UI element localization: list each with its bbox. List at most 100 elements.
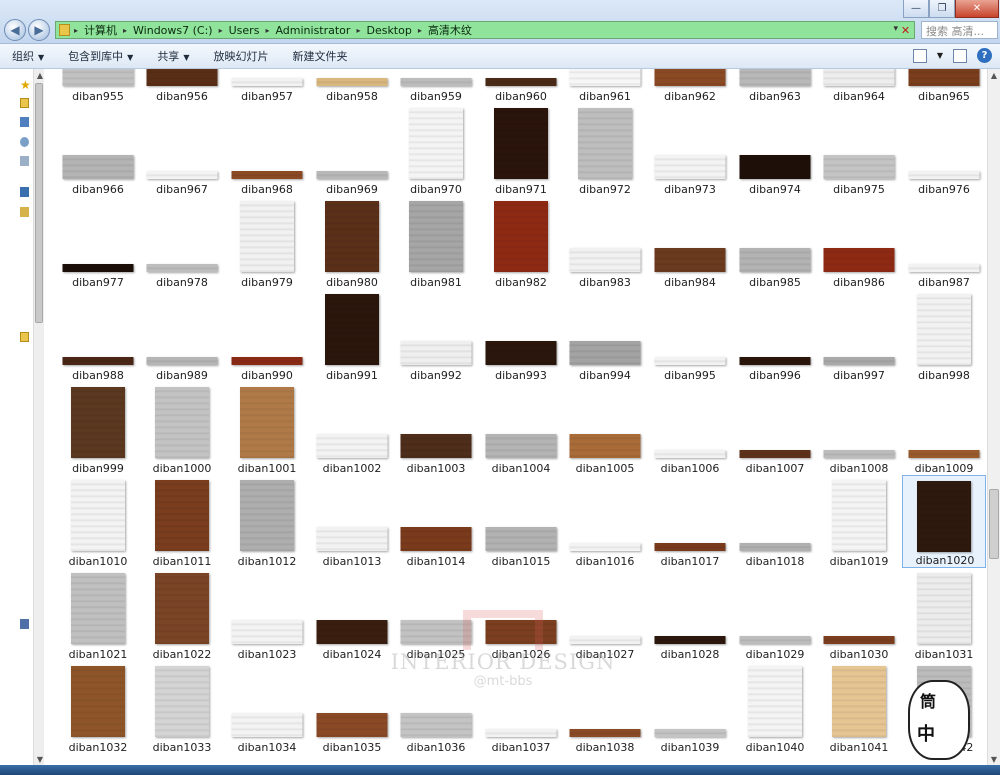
file-item[interactable]: diban1016 bbox=[563, 475, 647, 568]
file-item[interactable]: diban974 bbox=[733, 103, 817, 196]
folder-icon[interactable] bbox=[20, 98, 29, 108]
file-item[interactable]: diban994 bbox=[563, 289, 647, 382]
file-item[interactable]: diban955 bbox=[56, 69, 140, 103]
file-item[interactable]: diban1027 bbox=[563, 568, 647, 661]
file-item[interactable]: diban993 bbox=[479, 289, 563, 382]
scrollbar-thumb[interactable] bbox=[35, 83, 43, 323]
view-options-dropdown-icon[interactable]: ▼ bbox=[937, 51, 943, 60]
address-field[interactable]: ▸ 计算机 ▸ Windows7 (C:) ▸ Users ▸ Administ… bbox=[55, 21, 915, 39]
file-item[interactable]: diban986 bbox=[817, 196, 901, 289]
scrollbar-thumb[interactable] bbox=[989, 489, 999, 559]
breadcrumb-administrator[interactable]: Administrator bbox=[269, 24, 356, 37]
file-item[interactable]: diban1014 bbox=[394, 475, 478, 568]
file-item[interactable]: diban988 bbox=[56, 289, 140, 382]
file-item[interactable]: diban963 bbox=[733, 69, 817, 103]
file-item[interactable]: diban1003 bbox=[394, 382, 478, 475]
file-item[interactable]: diban973 bbox=[648, 103, 732, 196]
file-item[interactable]: diban968 bbox=[225, 103, 309, 196]
network-icon[interactable] bbox=[20, 156, 29, 166]
favorites-star-icon[interactable]: ★ bbox=[20, 78, 31, 92]
breadcrumb-drive[interactable]: Windows7 (C:) bbox=[127, 24, 219, 37]
file-item[interactable]: diban976 bbox=[902, 103, 986, 196]
forward-button[interactable]: ▶ bbox=[28, 19, 50, 41]
file-item[interactable]: diban1001 bbox=[225, 382, 309, 475]
file-item[interactable]: diban962 bbox=[648, 69, 732, 103]
close-button[interactable]: ✕ bbox=[955, 0, 999, 18]
file-item[interactable]: diban999 bbox=[56, 382, 140, 475]
file-item[interactable]: diban987 bbox=[902, 196, 986, 289]
file-item[interactable]: diban990 bbox=[225, 289, 309, 382]
scroll-up-icon[interactable]: ▲ bbox=[988, 69, 1000, 81]
file-item[interactable]: diban978 bbox=[140, 196, 224, 289]
network-drive-icon[interactable] bbox=[20, 619, 29, 629]
file-item[interactable]: diban959 bbox=[394, 69, 478, 103]
restore-button[interactable]: ❐ bbox=[929, 0, 955, 18]
file-item[interactable]: diban957 bbox=[225, 69, 309, 103]
file-list-scrollbar[interactable]: ▲ ▼ bbox=[987, 69, 1000, 765]
file-item[interactable]: diban1029 bbox=[733, 568, 817, 661]
file-item[interactable]: diban1007 bbox=[733, 382, 817, 475]
library-icon[interactable] bbox=[20, 117, 29, 127]
homegroup-icon[interactable] bbox=[20, 137, 29, 147]
file-item[interactable]: diban1041 bbox=[817, 661, 901, 754]
breadcrumb-desktop[interactable]: Desktop bbox=[360, 24, 417, 37]
file-item[interactable]: diban1023 bbox=[225, 568, 309, 661]
file-item[interactable]: diban1035 bbox=[310, 661, 394, 754]
file-item[interactable]: diban961 bbox=[563, 69, 647, 103]
file-item[interactable]: diban998 bbox=[902, 289, 986, 382]
new-folder-button[interactable]: 新建文件夹 bbox=[280, 48, 359, 64]
preview-pane-icon[interactable] bbox=[953, 48, 967, 63]
file-item[interactable]: diban1031 bbox=[902, 568, 986, 661]
file-item[interactable]: diban1004 bbox=[479, 382, 563, 475]
address-history-dropdown-icon[interactable]: ▾ bbox=[893, 24, 898, 34]
nav-pane-scrollbar[interactable]: ▲ ▼ bbox=[33, 69, 44, 765]
search-input[interactable]: 搜索 高清... bbox=[921, 21, 998, 39]
file-item[interactable]: diban971 bbox=[479, 103, 563, 196]
file-item[interactable]: diban1021 bbox=[56, 568, 140, 661]
organize-menu[interactable]: 组织 ▼ bbox=[0, 48, 56, 64]
file-item[interactable]: diban1038 bbox=[563, 661, 647, 754]
file-item[interactable]: diban1017 bbox=[648, 475, 732, 568]
file-item[interactable]: diban1006 bbox=[648, 382, 732, 475]
file-item[interactable]: diban1026 bbox=[479, 568, 563, 661]
breadcrumb-current-folder[interactable]: 高清木纹 bbox=[422, 22, 478, 38]
file-item[interactable]: diban960 bbox=[479, 69, 563, 103]
file-item[interactable]: diban1028 bbox=[648, 568, 732, 661]
file-item[interactable]: diban1020 bbox=[902, 475, 986, 568]
file-item[interactable]: diban970 bbox=[394, 103, 478, 196]
file-item[interactable]: diban984 bbox=[648, 196, 732, 289]
file-item[interactable]: diban1012 bbox=[225, 475, 309, 568]
file-item[interactable]: diban985 bbox=[733, 196, 817, 289]
file-item[interactable]: diban995 bbox=[648, 289, 732, 382]
file-item[interactable]: diban1011 bbox=[140, 475, 224, 568]
file-item[interactable]: diban1037 bbox=[479, 661, 563, 754]
folder-icon[interactable] bbox=[20, 332, 29, 342]
address-clear-icon[interactable]: ✕ bbox=[899, 23, 912, 37]
file-item[interactable]: diban1010 bbox=[56, 475, 140, 568]
file-item[interactable]: diban992 bbox=[394, 289, 478, 382]
computer-icon[interactable] bbox=[20, 187, 29, 197]
slideshow-button[interactable]: 放映幻灯片 bbox=[201, 48, 280, 64]
file-item[interactable]: diban979 bbox=[225, 196, 309, 289]
file-item[interactable]: diban1013 bbox=[310, 475, 394, 568]
file-item[interactable]: diban1039 bbox=[648, 661, 732, 754]
file-item[interactable]: diban1032 bbox=[56, 661, 140, 754]
share-menu[interactable]: 共享 ▼ bbox=[145, 48, 201, 64]
file-item[interactable]: diban965 bbox=[902, 69, 986, 103]
breadcrumb-users[interactable]: Users bbox=[223, 24, 266, 37]
file-item[interactable]: diban969 bbox=[310, 103, 394, 196]
file-item[interactable]: diban977 bbox=[56, 196, 140, 289]
file-item[interactable]: diban975 bbox=[817, 103, 901, 196]
scroll-down-icon[interactable]: ▼ bbox=[988, 753, 1000, 765]
file-item[interactable]: diban1000 bbox=[140, 382, 224, 475]
drive-icon[interactable] bbox=[20, 207, 29, 217]
file-item[interactable]: diban967 bbox=[140, 103, 224, 196]
file-item[interactable]: diban1025 bbox=[394, 568, 478, 661]
file-item[interactable]: diban1036 bbox=[394, 661, 478, 754]
file-item[interactable]: diban1030 bbox=[817, 568, 901, 661]
file-item[interactable]: diban1040 bbox=[733, 661, 817, 754]
file-item[interactable]: diban1024 bbox=[310, 568, 394, 661]
file-item[interactable]: diban958 bbox=[310, 69, 394, 103]
file-item[interactable]: diban972 bbox=[563, 103, 647, 196]
file-item[interactable]: diban983 bbox=[563, 196, 647, 289]
